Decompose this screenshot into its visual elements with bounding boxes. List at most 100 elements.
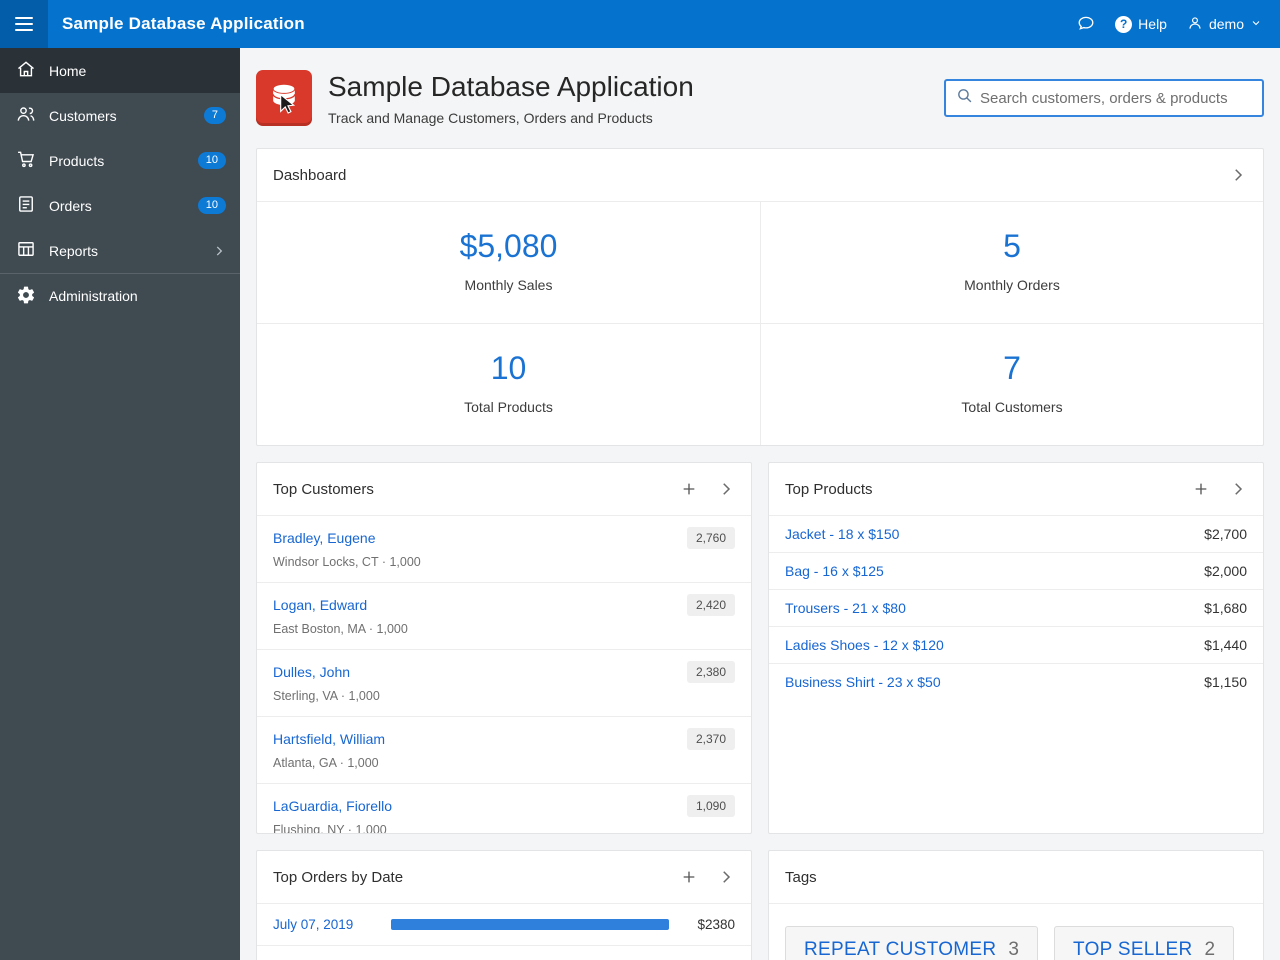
header-text: Sample Database Application Track and Ma… [328,71,694,126]
stat-monthly-sales: $5,080 Monthly Sales [257,202,760,323]
customer-name-link[interactable]: LaGuardia, Fiorello [273,798,392,814]
tag-repeat-customer[interactable]: REPEAT CUSTOMER 3 [785,926,1038,960]
top-products-header: Top Products [769,463,1263,515]
product-list-item[interactable]: Ladies Shoes - 12 x $120 $1,440 [769,626,1263,663]
search-icon [956,87,973,109]
order-bar-track [391,919,669,930]
user-label: demo [1208,16,1244,32]
top-customers-header: Top Customers [257,463,751,515]
tag-count: 3 [1008,939,1019,960]
sidebar-item-orders[interactable]: Orders 10 [0,183,240,228]
customers-count-badge: 7 [203,107,226,124]
add-product-button[interactable] [1193,481,1209,497]
customer-detail: Windsor Locks, CT · 1,000 [273,555,421,569]
stat-value: $5,080 [459,228,558,264]
product-name-link[interactable]: Ladies Shoes - 12 x $120 [785,637,944,653]
order-date-link[interactable]: July 07, 2019 [273,917,377,932]
order-bar-row: June 30, 2019 $1890 [257,945,751,960]
chevron-right-icon [212,244,226,258]
product-name-link[interactable]: Jacket - 18 x $150 [785,526,899,542]
menu-toggle-button[interactable] [0,0,48,48]
sidebar-item-customers[interactable]: Customers 7 [0,93,240,138]
customer-detail: Sterling, VA · 1,000 [273,689,380,703]
sidebar-item-label: Products [49,152,105,169]
customer-list-item[interactable]: Dulles, John 2,380 Sterling, VA · 1,000 [257,649,751,716]
products-count-badge: 10 [197,152,226,169]
stat-label: Monthly Sales [464,277,553,293]
top-products-card: Top Products Jacket - 18 x $150 $2,700 B… [768,462,1264,834]
add-customer-button[interactable] [681,481,697,497]
product-name-link[interactable]: Trousers - 21 x $80 [785,600,906,616]
customer-list-item[interactable]: LaGuardia, Fiorello 1,090 Flushing, NY · … [257,783,751,833]
product-list-item[interactable]: Jacket - 18 x $150 $2,700 [769,515,1263,552]
stat-total-customers: 7 Total Customers [760,323,1263,445]
sidebar-item-label: Orders [49,197,92,214]
user-menu[interactable]: demo [1187,15,1262,34]
reports-icon [16,239,36,262]
customer-list-item[interactable]: Hartsfield, William 2,370 Atlanta, GA · 1… [257,716,751,783]
top-orders-card: Top Orders by Date July 07, 2019 $2380 [256,850,752,960]
tag-label: REPEAT CUSTOMER [804,939,997,960]
customer-amount-badge: 2,420 [686,594,735,616]
product-name-link[interactable]: Business Shirt - 23 x $50 [785,674,941,690]
top-customers-title: Top Customers [273,480,374,498]
stat-monthly-orders: 5 Monthly Orders [760,202,1263,323]
customer-name-link[interactable]: Dulles, John [273,664,350,680]
sidebar-item-home[interactable]: Home [0,48,240,93]
customer-amount-badge: 2,760 [686,527,735,549]
product-list-item[interactable]: Trousers - 21 x $80 $1,680 [769,589,1263,626]
dashboard-card-header: Dashboard [257,149,1263,201]
order-bar-row: July 07, 2019 $2380 [257,903,751,945]
search-input[interactable] [980,89,1252,107]
add-order-button[interactable] [681,869,697,885]
page-title: Sample Database Application [328,70,694,102]
customer-name-link[interactable]: Hartsfield, William [273,731,385,747]
customers-icon [16,104,36,127]
dashboard-expand-button[interactable] [1229,166,1247,184]
customer-name-link[interactable]: Logan, Edward [273,597,367,613]
sidebar-item-label: Administration [49,288,138,304]
stat-label: Total Products [464,399,553,415]
top-orders-title: Top Orders by Date [273,868,404,886]
topbar: Sample Database Application ? Help demo [0,0,1280,48]
product-total: $1,680 [1204,600,1247,616]
top-orders-expand-button[interactable] [717,868,735,886]
stat-value: 10 [490,350,527,386]
tag-label: TOP SELLER [1073,939,1193,960]
sidebar-item-products[interactable]: Products 10 [0,138,240,183]
help-label: Help [1138,16,1167,32]
product-list-item[interactable]: Bag - 16 x $125 $2,000 [769,552,1263,589]
product-total: $1,440 [1204,637,1247,653]
product-list-item[interactable]: Business Shirt - 23 x $50 $1,150 [769,663,1263,700]
dashboard-title: Dashboard [273,166,347,184]
stat-total-products: 10 Total Products [257,323,760,445]
dashboard-stats-grid: $5,080 Monthly Sales 5 Monthly Orders 10… [257,201,1263,445]
cart-icon [16,149,36,172]
chevron-down-icon [1250,16,1262,32]
gear-icon [16,285,36,308]
global-search [944,79,1264,117]
customer-amount-badge: 2,380 [686,661,735,683]
tag-top-seller[interactable]: TOP SELLER 2 [1054,926,1235,960]
customer-amount-badge: 1,090 [686,795,735,817]
product-name-link[interactable]: Bag - 16 x $125 [785,563,884,579]
help-button[interactable]: ? Help [1115,15,1167,33]
user-icon [1187,15,1203,34]
sidebar-item-reports[interactable]: Reports [0,228,240,273]
dashboard-card: Dashboard $5,080 Monthly Sales 5 Monthly… [256,148,1264,446]
tags-body: REPEAT CUSTOMER 3 TOP SELLER 2 [769,903,1263,960]
hamburger-icon [15,15,33,33]
tags-card: Tags REPEAT CUSTOMER 3 TOP SELLER 2 [768,850,1264,960]
top-products-expand-button[interactable] [1229,480,1247,498]
stat-label: Total Customers [961,399,1063,415]
feedback-button[interactable] [1077,14,1095,35]
topbar-actions: ? Help demo [1077,14,1280,35]
sidebar-item-administration[interactable]: Administration [0,273,240,318]
tags-title: Tags [785,868,817,886]
customer-name-link[interactable]: Bradley, Eugene [273,530,375,546]
top-customers-expand-button[interactable] [717,480,735,498]
customer-list-item[interactable]: Bradley, Eugene 2,760 Windsor Locks, CT ·… [257,515,751,582]
help-icon: ? [1115,15,1133,33]
tags-header: Tags [769,851,1263,903]
customer-list-item[interactable]: Logan, Edward 2,420 East Boston, MA · 1,0… [257,582,751,649]
